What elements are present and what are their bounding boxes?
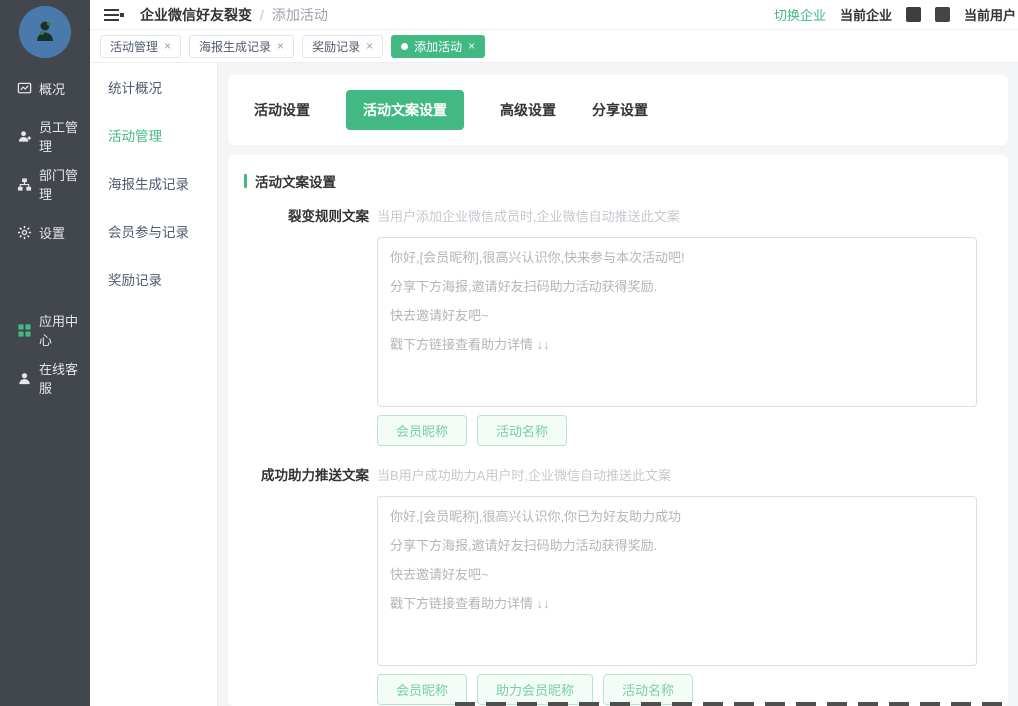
header-actions: 切换企业 当前企业 当前用户 — [774, 5, 1018, 24]
submenu-item-label: 活动管理 — [108, 125, 162, 145]
close-icon[interactable]: × — [164, 40, 171, 52]
submenu-item-poster-records[interactable]: 海报生成记录 — [90, 159, 217, 207]
fission-rule-copy-textarea[interactable]: 你好,[会员昵称],很高兴认识你,快来参与本次活动吧! 分享下方海报,邀请好友扫… — [377, 237, 977, 407]
primary-sidebar: 概况 员工管理 部门管理 设置 — [0, 0, 90, 706]
top-header: 企业微信好友裂变 / 添加活动 切换企业 当前企业 当前用户 — [90, 0, 1018, 30]
sidebar-item-settings[interactable]: 设置 — [0, 208, 90, 256]
settings-icon — [16, 224, 32, 240]
sidebar-item-label: 应用中心 — [39, 311, 90, 349]
page-tab-add-activity[interactable]: 添加活动 × — [391, 35, 485, 58]
insert-member-nickname-button[interactable]: 会员昵称 — [377, 415, 467, 446]
breadcrumb-current-page: 添加活动 — [272, 5, 328, 25]
submenu-item-label: 会员参与记录 — [108, 221, 189, 241]
clipped-next-row-edge — [455, 702, 1011, 706]
breadcrumb-app-title: 企业微信好友裂变 — [140, 5, 252, 25]
sidebar-item-label: 部门管理 — [39, 165, 90, 203]
sidebar-item-app-center[interactable]: 应用中心 — [0, 306, 90, 354]
breadcrumb: 企业微信好友裂变 / 添加活动 — [140, 5, 328, 25]
field-fission-rule-copy: 裂变规则文案 当用户添加企业微信成员时,企业微信自动推送此文案 你好,[会员昵称… — [244, 207, 992, 446]
employees-icon — [16, 128, 32, 144]
tab-advanced-settings[interactable]: 高级设置 — [500, 100, 556, 120]
app-window: 概况 员工管理 部门管理 设置 — [0, 0, 1018, 706]
submenu-item-label: 统计概况 — [108, 77, 162, 97]
departments-icon — [16, 176, 32, 192]
apps-icon — [16, 322, 32, 338]
page-tab-poster-records[interactable]: 海报生成记录 × — [189, 35, 294, 58]
support-icon — [16, 370, 32, 386]
collapse-menu-icon[interactable] — [104, 8, 124, 22]
settings-tabs-card: 活动设置 活动文案设置 高级设置 分享设置 — [228, 75, 1008, 145]
close-icon[interactable]: × — [468, 40, 475, 52]
sidebar-item-overview[interactable]: 概况 — [0, 64, 90, 112]
primary-nav: 概况 员工管理 部门管理 设置 — [0, 64, 90, 402]
current-user-label: 当前用户 — [964, 5, 1016, 24]
page-tab-label: 添加活动 — [414, 38, 462, 55]
company-logo-thumb — [906, 7, 921, 22]
sidebar-item-support[interactable]: 在线客服 — [0, 354, 90, 402]
page-tab-label: 活动管理 — [110, 38, 158, 55]
logo-area[interactable] — [0, 0, 90, 64]
field-hint: 当B用户成功助力A用户时,企业微信自动推送此文案 — [377, 466, 985, 486]
insert-tag-buttons: 会员昵称 活动名称 — [377, 415, 985, 446]
page-tab-label: 奖励记录 — [312, 38, 360, 55]
page-tab-label: 海报生成记录 — [199, 38, 271, 55]
dashboard-icon — [16, 80, 32, 96]
breadcrumb-separator: / — [260, 7, 264, 23]
field-label: 成功助力推送文案 — [244, 466, 377, 705]
section-title: 活动文案设置 — [255, 171, 336, 191]
close-icon[interactable]: × — [277, 40, 284, 52]
sidebar-item-label: 在线客服 — [39, 359, 90, 397]
field-label: 裂变规则文案 — [244, 207, 377, 446]
insert-tag-buttons: 会员昵称 助力会员昵称 活动名称 — [377, 674, 985, 705]
submenu-item-label: 海报生成记录 — [108, 173, 189, 193]
insert-member-nickname-button[interactable]: 会员昵称 — [377, 674, 467, 705]
submenu-item-reward-records[interactable]: 奖励记录 — [90, 255, 217, 303]
close-icon[interactable]: × — [366, 40, 373, 52]
insert-assist-member-nickname-button[interactable]: 助力会员昵称 — [477, 674, 593, 705]
section-accent-bar — [244, 174, 247, 188]
opened-pages-tabstrip: 活动管理 × 海报生成记录 × 奖励记录 × 添加活动 × — [90, 30, 1018, 63]
tab-copywriting-settings[interactable]: 活动文案设置 — [346, 90, 464, 130]
insert-activity-name-button[interactable]: 活动名称 — [603, 674, 693, 705]
page-tab-activity-management[interactable]: 活动管理 × — [100, 35, 181, 58]
sidebar-item-departments[interactable]: 部门管理 — [0, 160, 90, 208]
tab-share-settings[interactable]: 分享设置 — [592, 100, 648, 120]
submenu-item-activity-management[interactable]: 活动管理 — [90, 111, 217, 159]
submenu-item-label: 奖励记录 — [108, 269, 162, 289]
field-assist-success-copy: 成功助力推送文案 当B用户成功助力A用户时,企业微信自动推送此文案 你好,[会员… — [244, 466, 992, 705]
active-tab-dot-icon — [401, 43, 408, 50]
page-tab-reward-records[interactable]: 奖励记录 × — [302, 35, 383, 58]
tab-activity-settings[interactable]: 活动设置 — [254, 100, 310, 120]
assist-success-copy-textarea[interactable]: 你好,[会员昵称],很高兴认识你,你已为好友助力成功 分享下方海报,邀请好友扫码… — [377, 496, 977, 666]
sidebar-item-label: 概况 — [39, 79, 65, 98]
content-area: 活动设置 活动文案设置 高级设置 分享设置 活动文案设置 裂变规则文案 — [218, 63, 1018, 706]
submenu-item-member-participation[interactable]: 会员参与记录 — [90, 207, 217, 255]
company-logo-thumb-2 — [935, 7, 950, 22]
copywriting-form-card: 活动文案设置 裂变规则文案 当用户添加企业微信成员时,企业微信自动推送此文案 你… — [228, 155, 1008, 706]
section-header: 活动文案设置 — [244, 171, 992, 191]
field-hint: 当用户添加企业微信成员时,企业微信自动推送此文案 — [377, 207, 985, 227]
sidebar-item-label: 设置 — [39, 223, 65, 242]
company-avatar — [19, 6, 71, 58]
switch-company-link[interactable]: 切换企业 — [774, 5, 826, 24]
insert-activity-name-button[interactable]: 活动名称 — [477, 415, 567, 446]
avatar-figure-icon — [30, 17, 60, 47]
submenu-item-stats-overview[interactable]: 统计概况 — [90, 63, 217, 111]
sidebar-item-employees[interactable]: 员工管理 — [0, 112, 90, 160]
secondary-sidebar: 统计概况 活动管理 海报生成记录 会员参与记录 奖励记录 — [90, 63, 218, 706]
sidebar-item-label: 员工管理 — [39, 117, 90, 155]
current-company-label: 当前企业 — [840, 5, 892, 24]
sidebar-spacer — [0, 256, 90, 306]
